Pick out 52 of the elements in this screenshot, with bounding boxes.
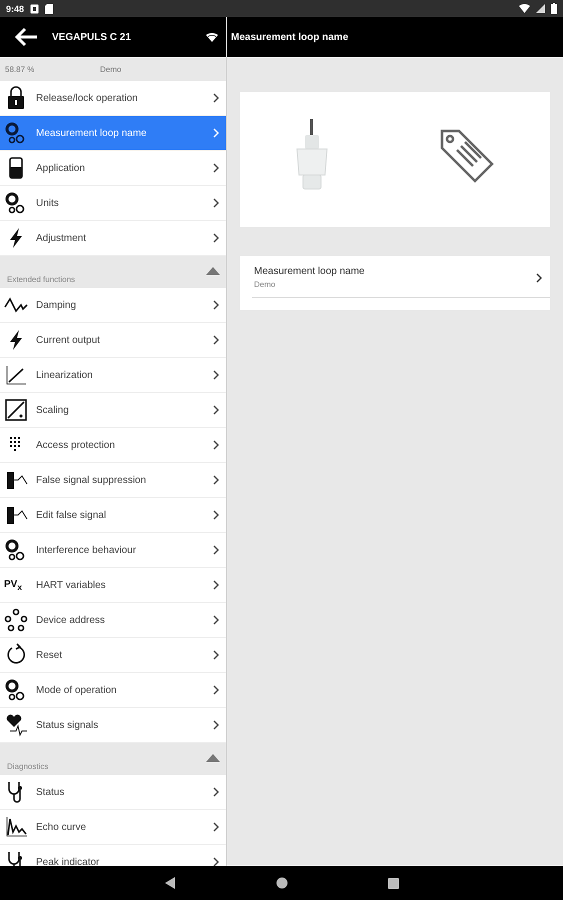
chevron-icon	[213, 300, 219, 310]
device-tag: Demo	[100, 64, 122, 74]
setting-row[interactable]: Measurement loop name Demo	[252, 256, 550, 298]
section-title: Diagnostics	[7, 762, 48, 771]
chevron-icon	[213, 615, 219, 625]
menu-item[interactable]: Measurement loop name	[0, 116, 226, 151]
setting-label: Measurement loop name	[254, 266, 366, 277]
device-title: VEGAPULS C 21	[52, 32, 132, 42]
section-title: Extended functions	[7, 275, 76, 284]
chevron-icon	[213, 405, 219, 415]
echo-curve-icon	[4, 815, 28, 839]
variable-label: PV$_{x}$	[4, 578, 23, 592]
home-icon[interactable]	[276, 877, 288, 889]
back-arrow-icon[interactable]	[14, 27, 38, 47]
chevron-icon	[213, 335, 219, 345]
chevron-icon	[213, 580, 219, 590]
notification-icon	[30, 4, 40, 14]
back-icon[interactable]	[164, 877, 176, 889]
chevron-icon	[213, 650, 219, 660]
chevron-icon	[213, 545, 219, 555]
chevron-icon	[213, 857, 219, 866]
battery-icon	[551, 3, 557, 14]
wireless-icon	[206, 32, 218, 42]
heart-pulse-icon	[4, 713, 28, 737]
chevron-icon	[536, 272, 542, 282]
recents-icon[interactable]	[388, 878, 399, 888]
wifi-icon	[519, 4, 530, 13]
chevron-icon	[213, 685, 219, 695]
chevron-icon	[213, 198, 219, 208]
setting-value: Demo	[254, 280, 276, 289]
scaling-icon	[4, 398, 28, 422]
page-title: Measurement loop name	[231, 32, 348, 42]
sd-card-icon	[45, 4, 54, 14]
measured-value: 58.87 %	[5, 64, 36, 74]
collapse-toggle[interactable]	[206, 754, 220, 762]
chevron-icon	[213, 163, 219, 173]
line-graph-icon	[4, 363, 28, 387]
chevron-icon	[213, 510, 219, 520]
chevron-icon	[213, 440, 219, 450]
signal-icon	[536, 4, 545, 13]
chevron-icon	[213, 822, 219, 832]
network-icon	[4, 608, 28, 632]
collapse-toggle[interactable]	[206, 267, 220, 275]
chevron-icon	[213, 128, 219, 138]
clock: 9:48	[6, 4, 24, 14]
chevron-icon	[213, 787, 219, 797]
chevron-icon	[213, 720, 219, 730]
chevron-icon	[213, 370, 219, 380]
tag-icon	[439, 128, 495, 184]
chevron-icon	[213, 93, 219, 103]
chevron-icon	[213, 475, 219, 485]
chevron-icon	[213, 233, 219, 243]
